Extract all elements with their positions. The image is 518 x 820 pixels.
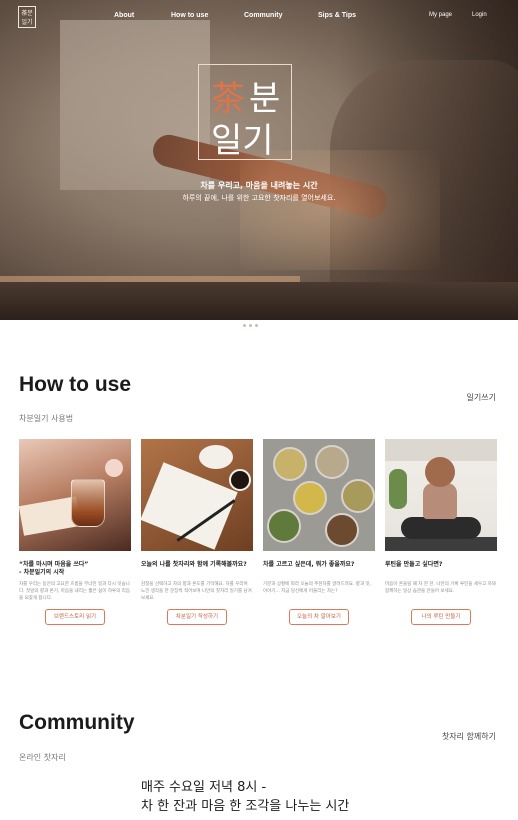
nav-my-page[interactable]: My page [429,12,452,18]
top-navigation: About How to use Community Sips & Tips M… [0,12,518,24]
routine-button[interactable]: 나의 루틴 만들기 [411,609,471,625]
community-subtitle: 온라인 찻자리 [19,753,66,762]
card-title: “차를 마시며 마음을 쓰다” - 차분일기의 시작 [19,561,89,576]
card-description: 마음이 흔들릴 때 차 한 잔. 나만의 기록 루틴을 세우고 차와 함께하는 … [385,582,496,594]
hero-title-box: 茶 분 일기 [198,64,292,161]
card-title: 차를 고르고 싶은데, 뭐가 좋을까요? [263,561,355,568]
write-diary-button[interactable]: 차분일기 작성하기 [167,609,227,625]
card-description: 차를 우리는 동안의 고요한 흐름을 무너진 일과 다시 잇습니다. 찻잎의 향… [19,582,130,601]
carousel-dots[interactable] [243,312,263,327]
nav-login[interactable]: Login [472,12,487,18]
card-description: 감정을 선택하고 차의 향과 온도를 기억해요. 차를 우리며 느낀 생각을 한… [141,582,252,601]
card-routine: 루틴을 만들고 싶다면? 마음이 흔들릴 때 차 한 잔. 나만의 기록 루틴을… [385,439,497,625]
card-description: 기분과 상황에 따라 오늘의 추천차를 알려드려요. 향과 맛, 이야기... … [263,582,372,594]
community-title: Community [19,711,135,734]
hero-shadow [338,0,518,320]
card-brand-story: “차를 마시며 마음을 쓰다” - 차분일기의 시작 차를 우리는 동안의 고요… [19,439,131,625]
card-image-notebook [141,439,253,551]
how-to-use-title: How to use [19,373,132,396]
card-image-tea-bowls [263,439,375,551]
card-image-tea-book [19,439,131,551]
today-tea-button[interactable]: 오늘의 차 알아보기 [289,609,349,625]
nav-community[interactable]: Community [244,12,283,19]
how-to-use-subtitle: 차분일기 사용법 [19,414,74,423]
brand-story-button[interactable]: 브랜드스토리 읽기 [45,609,105,625]
nav-sips-tips[interactable]: Sips & Tips [318,12,356,19]
card-tea-pick: 차를 고르고 싶은데, 뭐가 좋을까요? 기분과 상황에 따라 오늘의 추천차를… [263,439,375,625]
card-write-diary: 오늘의 나를 찻자리와 함께 기록해볼까요? 감정을 선택하고 차의 향과 온도… [141,439,253,625]
write-diary-link[interactable]: 일기쓰기 [467,392,496,403]
join-tea-session-link[interactable]: 찻자리 함께하기 [442,731,496,742]
card-image-yoga [385,439,497,551]
hero-subtitle-2: 하루의 끝에, 나를 위한 고요한 찻자리를 열어보세요. [182,194,336,202]
nav-about[interactable]: About [114,12,134,19]
nav-how-to-use[interactable]: How to use [171,12,208,19]
card-title: 루틴을 만들고 싶다면? [385,561,443,568]
community-description: 매주 수요일 저녁 8시 - 차 한 잔과 마음 한 조각을 나누는 시간 [141,780,350,814]
hero-title-b: 일기 [211,121,274,161]
card-title: 오늘의 나를 찻자리와 함께 기록해볼까요? [141,561,247,568]
hero-subtitle-1: 차를 우리고, 마음을 내려놓는 시간 [200,181,318,190]
